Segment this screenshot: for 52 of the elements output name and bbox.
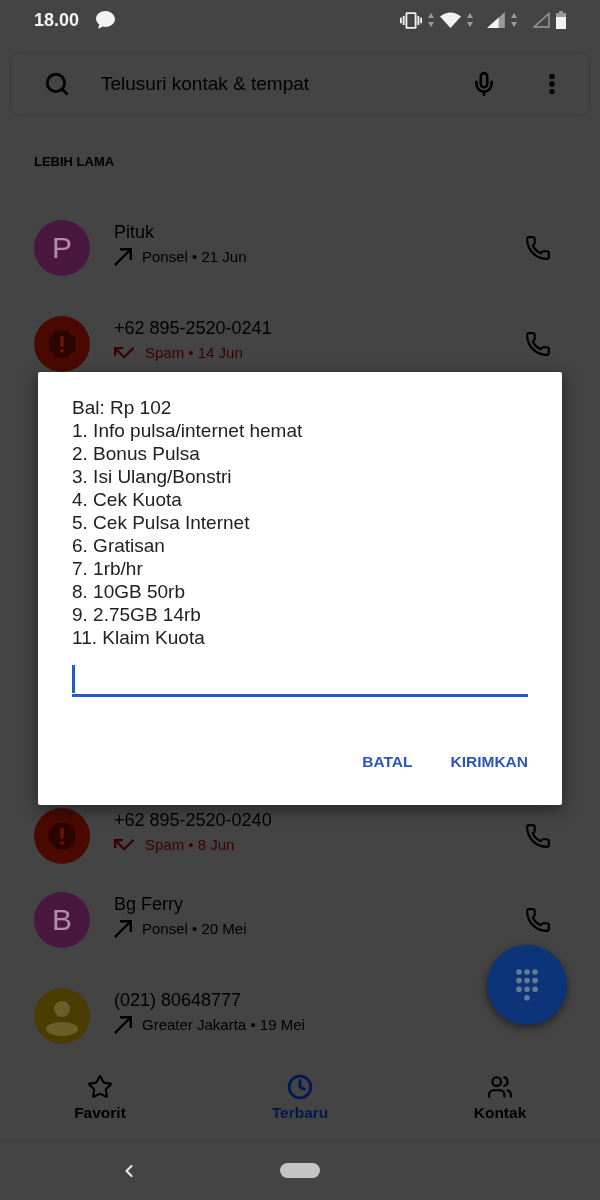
call-detail: Spam • 8 Jun: [145, 835, 235, 855]
message-line: 4. Cek Kuota: [72, 488, 182, 511]
clock-icon: [287, 1074, 313, 1100]
caller-name: (021) 80648777: [114, 989, 242, 1012]
dialog-button[interactable]: BATAL: [354, 744, 421, 780]
nav-tab[interactable]: Kontak: [400, 1052, 600, 1140]
caller-name: +62 895-2520-0241: [114, 317, 272, 340]
message-line: 9. 2.75GB 14rb: [72, 603, 201, 626]
search-placeholder: Telusuri kontak & tempat: [101, 71, 310, 96]
phone-call-icon[interactable]: [525, 907, 551, 933]
caller-name: +62 895-2520-0240: [114, 809, 272, 832]
message-line: 6. Gratisan: [72, 534, 165, 557]
caller-name: Pituk: [114, 221, 155, 244]
phone-call-icon[interactable]: [525, 823, 551, 849]
caller-name: Bg Ferry: [114, 893, 183, 916]
star-icon: [87, 1074, 113, 1100]
message-line: 2. Bonus Pulsa: [72, 442, 200, 465]
status-time: 18.00: [34, 11, 80, 29]
section-header: LEBIH LAMA: [34, 154, 115, 170]
message-line: 11. Klaim Kuota: [72, 626, 205, 649]
message-line: 1. Info pulsa/internet hemat: [72, 419, 303, 442]
call-detail: Ponsel • 21 Jun: [142, 247, 247, 267]
dialpad-icon: [516, 969, 538, 1001]
wifi-icon: [440, 12, 461, 28]
data-arrows-icon: [511, 13, 517, 27]
nav-tab[interactable]: Favorit: [0, 1052, 200, 1140]
call-detail: Ponsel • 20 Mei: [142, 919, 247, 939]
battery-icon: [556, 11, 566, 29]
home-pill[interactable]: [280, 1163, 320, 1178]
data-arrows-icon: [428, 13, 434, 27]
data-arrows-icon: [467, 13, 473, 27]
call-detail: Greater Jakarta • 19 Mei: [142, 1015, 305, 1035]
chat-bubble-icon: [96, 11, 116, 29]
search-icon: [44, 71, 70, 97]
letter-avatar: P: [34, 220, 90, 276]
message-line: 7. 1rb/hr: [72, 557, 143, 580]
empty-signal-icon: [533, 12, 550, 28]
search-field[interactable]: Telusuri kontak & tempat: [10, 52, 590, 116]
message-line: 5. Cek Pulsa Internet: [72, 511, 250, 534]
phone-call-icon[interactable]: [525, 235, 551, 261]
message-line: Bal: Rp 102: [72, 396, 172, 419]
vibrate-icon: [400, 11, 422, 29]
letter-avatar: B: [34, 892, 90, 948]
dialog-button[interactable]: KIRIMKAN: [442, 744, 536, 780]
people-icon: [487, 1074, 513, 1100]
message-line: 3. Isi Ulang/Bonstri: [72, 465, 232, 488]
message-line: 8. 10GB 50rb: [72, 580, 186, 603]
nav-tab[interactable]: Terbaru: [200, 1052, 400, 1140]
call-detail: Spam • 14 Jun: [145, 343, 243, 363]
dialpad-button[interactable]: [487, 945, 567, 1025]
signal-icon: [487, 12, 505, 28]
phone-call-icon[interactable]: [525, 331, 551, 357]
